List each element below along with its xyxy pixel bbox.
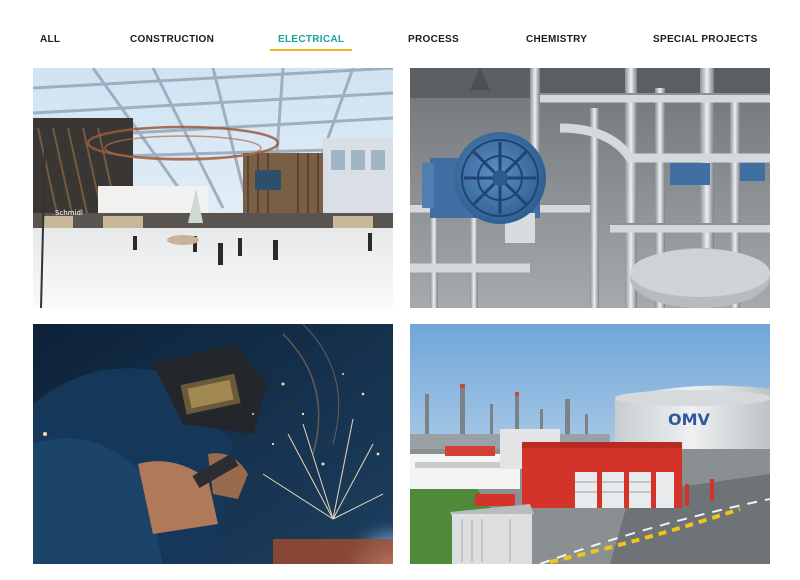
welder-photo bbox=[33, 324, 393, 564]
tab-chemistry[interactable]: CHEMISTRY bbox=[526, 34, 587, 45]
industrial-pipework-photo bbox=[410, 68, 770, 308]
tab-all[interactable]: ALL bbox=[40, 34, 60, 45]
gallery-tile-welder[interactable] bbox=[33, 324, 393, 564]
refinery-station-photo: OMV bbox=[410, 324, 770, 564]
tab-process[interactable]: PROCESS bbox=[408, 34, 459, 45]
gallery-tile-refinery[interactable]: OMV bbox=[410, 324, 770, 564]
tab-electrical-label: ELECTRICAL bbox=[278, 34, 345, 45]
tab-electrical[interactable]: ELECTRICAL bbox=[270, 34, 353, 51]
gallery-tile-mall[interactable]: Schmidl bbox=[33, 68, 393, 308]
tab-special-projects[interactable]: SPECIAL PROJECTS bbox=[653, 34, 758, 45]
active-tab-underline bbox=[270, 49, 353, 51]
tab-construction[interactable]: CONSTRUCTION bbox=[130, 34, 214, 45]
gallery-tile-pipework[interactable] bbox=[410, 68, 770, 308]
mall-atrium-photo: Schmidl bbox=[33, 68, 393, 308]
category-filter-nav: ALL CONSTRUCTION ELECTRICAL PROCESS CHEM… bbox=[0, 34, 800, 54]
tank-logo-text: OMV bbox=[668, 410, 711, 429]
store-sign-text: Schmidl bbox=[55, 209, 83, 217]
